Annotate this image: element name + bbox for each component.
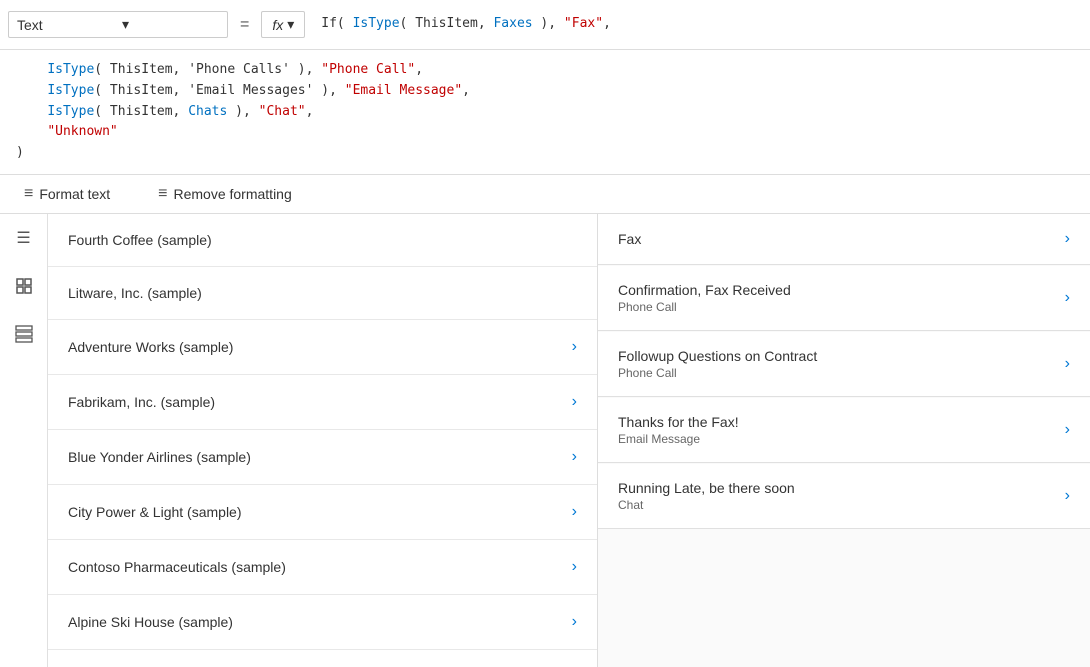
format-toolbar: ≡ Format text ≡ Remove formatting bbox=[0, 175, 1090, 214]
chevron-right-icon: › bbox=[572, 448, 577, 466]
chevron-right-icon: › bbox=[1065, 487, 1070, 505]
formula-if: If( bbox=[321, 16, 352, 31]
layers-icon[interactable] bbox=[8, 270, 40, 302]
list-item[interactable]: Fabrikam, Inc. (sample) › bbox=[48, 375, 597, 430]
format-text-icon: ≡ bbox=[24, 185, 33, 203]
formula-bar: IsType( ThisItem, 'Phone Calls' ), "Phon… bbox=[0, 50, 1090, 175]
list-item[interactable]: Blue Yonder Airlines (sample) › bbox=[48, 430, 597, 485]
detail-panel: Fax › Confirmation, Fax Received Phone C… bbox=[598, 214, 1090, 667]
dropdown-arrow-icon: ▾ bbox=[122, 16, 219, 33]
list-item[interactable]: Contoso Pharmaceuticals (sample) › bbox=[48, 540, 597, 595]
formula-line4: IsType( ThisItem, Chats ), "Chat", bbox=[16, 102, 1074, 123]
formula-line5: "Unknown" bbox=[16, 122, 1074, 143]
chevron-right-icon: › bbox=[1065, 230, 1070, 248]
fx-arrow-icon: ▾ bbox=[287, 16, 294, 33]
chevron-right-icon: › bbox=[1065, 421, 1070, 439]
hamburger-icon[interactable]: ☰ bbox=[8, 222, 40, 254]
fx-label: fx bbox=[272, 17, 283, 33]
remove-formatting-label: Remove formatting bbox=[173, 186, 291, 202]
format-text-button[interactable]: ≡ Format text bbox=[16, 181, 118, 207]
remove-formatting-icon: ≡ bbox=[158, 185, 167, 203]
sidebar-icons: ☰ bbox=[0, 214, 48, 667]
dropdown-label: Text bbox=[17, 17, 114, 33]
fx-button[interactable]: fx ▾ bbox=[261, 11, 305, 38]
list-item[interactable]: Adventure Works (sample) › bbox=[48, 320, 597, 375]
chevron-right-icon: › bbox=[1065, 289, 1070, 307]
chevron-right-icon: › bbox=[572, 613, 577, 631]
chevron-right-icon: › bbox=[1065, 355, 1070, 373]
detail-item-followup[interactable]: Followup Questions on Contract Phone Cal… bbox=[598, 332, 1090, 397]
top-bar: Text ▾ = fx ▾ If( IsType( ThisItem, Faxe… bbox=[0, 0, 1090, 50]
formula-line6: ) bbox=[16, 143, 1074, 164]
chevron-right-icon: › bbox=[572, 503, 577, 521]
remove-formatting-button[interactable]: ≡ Remove formatting bbox=[150, 181, 300, 207]
list-panel: Fourth Coffee (sample) Litware, Inc. (sa… bbox=[48, 214, 598, 667]
detail-item-running-late[interactable]: Running Late, be there soon Chat › bbox=[598, 464, 1090, 529]
detail-item-confirmation[interactable]: Confirmation, Fax Received Phone Call › bbox=[598, 266, 1090, 331]
formula-istype1: IsType bbox=[353, 16, 400, 31]
detail-item-thanks-fax[interactable]: Thanks for the Fax! Email Message › bbox=[598, 398, 1090, 463]
text-dropdown[interactable]: Text ▾ bbox=[8, 11, 228, 38]
chevron-right-icon: › bbox=[572, 558, 577, 576]
list-item[interactable]: Fourth Coffee (sample) bbox=[48, 214, 597, 267]
grid-icon[interactable] bbox=[8, 318, 40, 350]
formula-line3: IsType( ThisItem, 'Email Messages' ), "E… bbox=[16, 81, 1074, 102]
list-item[interactable]: Litware, Inc. (sample) bbox=[48, 267, 597, 320]
detail-item-fax[interactable]: Fax › bbox=[598, 214, 1090, 265]
equals-sign: = bbox=[236, 16, 253, 34]
chevron-right-icon: › bbox=[572, 393, 577, 411]
main-content: ☰ Fourth Coffee (sample) Litware, Inc. (… bbox=[0, 214, 1090, 667]
chevron-right-icon: › bbox=[572, 338, 577, 356]
formula-line2: IsType( ThisItem, 'Phone Calls' ), "Phon… bbox=[16, 60, 1074, 81]
format-text-label: Format text bbox=[39, 186, 110, 202]
list-item[interactable]: Alpine Ski House (sample) › bbox=[48, 595, 597, 650]
list-item[interactable]: City Power & Light (sample) › bbox=[48, 485, 597, 540]
